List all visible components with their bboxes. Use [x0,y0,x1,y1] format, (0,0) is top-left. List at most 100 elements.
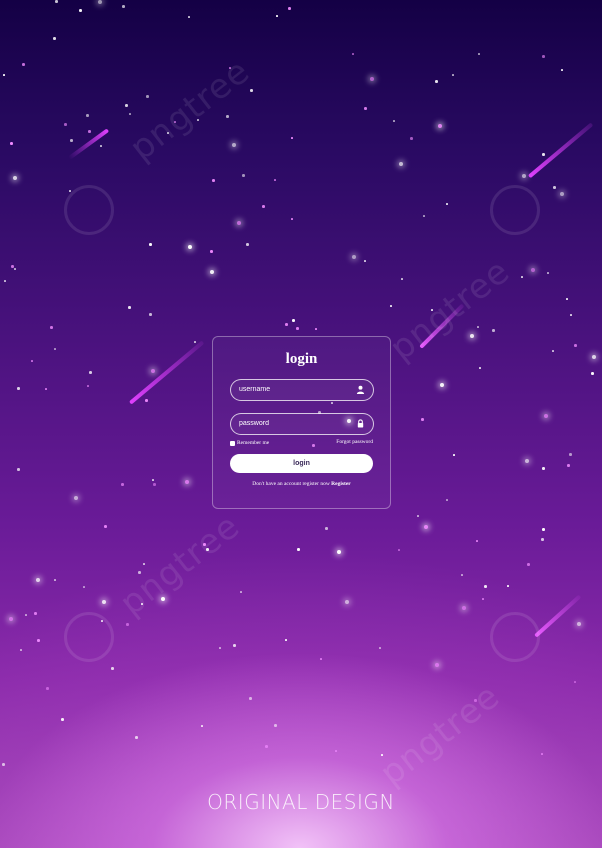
forgot-password-link[interactable]: Forgot password [336,439,373,445]
star [149,313,152,316]
remember-me[interactable]: Remember me [230,440,269,446]
star [522,174,526,178]
star [476,540,478,542]
star [9,617,13,621]
meteor [128,340,205,405]
meteor [527,122,594,179]
star [86,114,89,117]
star [345,600,349,604]
star [552,350,554,352]
star [542,467,545,470]
star [34,612,37,615]
footer-caption: ORIGINAL DESIGN [207,790,395,814]
star [393,120,395,122]
star [194,341,196,343]
star [188,245,192,249]
password-field[interactable] [230,413,374,435]
star [226,115,229,118]
remember-checkbox[interactable] [230,440,235,446]
username-input[interactable] [239,382,351,397]
star [370,77,374,81]
star [461,574,463,576]
star [153,483,156,486]
star [569,453,572,456]
star [285,323,288,326]
star [453,454,455,456]
star [143,563,145,565]
star [417,515,419,517]
star [507,585,509,587]
star [212,179,215,182]
star [25,614,27,616]
star [14,268,16,270]
star [592,355,596,359]
star [479,367,481,369]
star [527,563,530,566]
watermark-text: pngtree [122,51,258,169]
star [11,265,14,268]
star [438,124,442,128]
star [291,137,293,139]
star [364,260,366,262]
star [274,179,276,181]
star [325,527,328,530]
star [50,326,53,329]
star [98,0,102,4]
star [291,218,293,220]
star [13,176,17,180]
star [292,319,295,322]
star [553,186,556,189]
login-button[interactable]: login [230,454,373,473]
star [79,9,82,12]
star [296,327,299,330]
star [470,334,474,338]
star [22,63,25,66]
star [547,272,549,274]
star [246,243,249,246]
star [242,174,245,177]
star [591,372,594,375]
register-prompt-text: Don't have an account register now [252,481,330,487]
meteor [534,594,582,638]
star [352,53,354,55]
star [337,550,341,554]
star [288,7,291,10]
star [440,383,444,387]
password-input[interactable] [239,416,351,431]
star [276,15,278,17]
star [525,459,529,463]
star [89,371,92,374]
star [210,250,213,253]
star [424,525,428,529]
star [482,598,484,600]
star [53,37,56,40]
star [435,663,439,667]
star [541,538,544,541]
star [54,579,56,581]
star [249,697,252,700]
username-field[interactable] [230,379,374,401]
star [567,464,570,467]
star [542,55,545,58]
star [70,139,73,142]
star [446,203,448,205]
star [88,130,91,133]
star [484,585,487,588]
star [111,667,114,670]
star [478,53,480,55]
star [188,16,190,18]
star [17,387,20,390]
star [45,388,47,390]
star [201,725,203,727]
star [232,143,236,147]
star [561,69,563,71]
star [401,278,403,280]
star [285,639,287,641]
star [219,647,221,649]
star [61,718,64,721]
star [560,192,564,196]
register-link[interactable]: Register [331,481,351,487]
register-prompt: Don't have an account register now Regis… [213,481,390,487]
star [152,479,154,481]
star [126,623,129,626]
